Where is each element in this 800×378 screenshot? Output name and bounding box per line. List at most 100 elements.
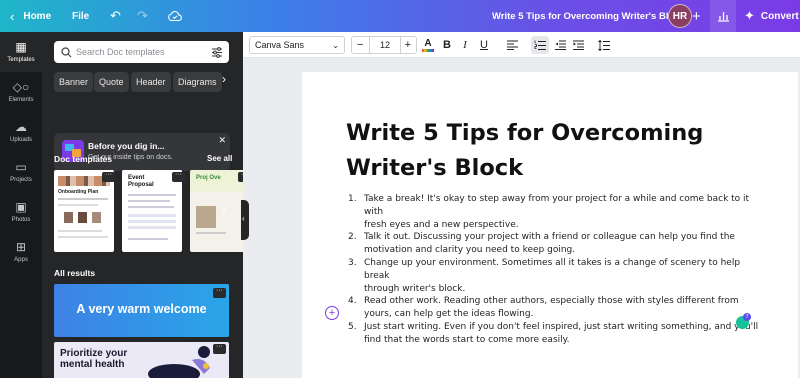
rail-label: Templates: [7, 57, 35, 63]
rail-item-apps[interactable]: ⊞ Apps: [0, 232, 42, 272]
list-item-text: Take a break! It's okay to step away fro…: [364, 194, 750, 217]
list-item-text: yours, can help get the ideas flowing.: [364, 309, 534, 320]
rail-item-elements[interactable]: ◇○ Elements: [0, 72, 42, 112]
page-title-line1: Write 5 Tips for Overcoming: [346, 120, 704, 146]
list-item[interactable]: 4. Read other work. Reading other authors…: [348, 295, 762, 321]
result-welcome-card[interactable]: A very warm welcome: [54, 284, 229, 337]
uploads-icon: ☁: [15, 120, 27, 134]
increase-indent-button[interactable]: [571, 36, 585, 54]
list-item[interactable]: 2. Talk it out. Discussing your project w…: [348, 231, 762, 257]
chevron-left-icon: ‹: [10, 8, 15, 24]
template-thumb-project-overview[interactable]: Proj Ove: [190, 170, 243, 252]
rail-item-uploads[interactable]: ☁ Uploads: [0, 112, 42, 152]
rail-label: Apps: [14, 257, 28, 263]
avatar[interactable]: HR: [668, 4, 692, 28]
chip-diagrams[interactable]: Diagrams: [173, 72, 222, 92]
text-toolbar: Canva Sans ⌄ − 12 + A B I U: [243, 32, 800, 58]
home-button[interactable]: ‹ Home: [10, 0, 51, 32]
list-number: 1.: [348, 194, 357, 204]
top-bar: ‹ Home File ↶ ↷ Write 5 Tips for Overcom…: [0, 0, 800, 32]
more-options-icon[interactable]: ···: [102, 171, 115, 182]
search-icon: [61, 46, 72, 57]
close-icon[interactable]: ✕: [218, 135, 226, 146]
line-spacing-button[interactable]: [597, 36, 611, 54]
rail-item-photos[interactable]: ▣ Photos: [0, 192, 42, 232]
align-left-icon: [506, 40, 518, 50]
decrease-font-icon[interactable]: −: [357, 39, 363, 51]
italic-button[interactable]: I: [459, 36, 471, 54]
list-item-text: Read other work. Reading other authors, …: [364, 296, 739, 307]
cloud-save-button[interactable]: [168, 0, 182, 32]
search-input[interactable]: Search Doc templates: [76, 47, 165, 57]
bold-button[interactable]: B: [441, 36, 453, 54]
font-size-value[interactable]: 12: [369, 36, 401, 54]
result-welcome-text: A very warm welcome: [76, 302, 207, 316]
templates-next-icon[interactable]: ›: [222, 202, 226, 217]
chip-quote[interactable]: Quote: [94, 72, 129, 92]
redo-button[interactable]: ↷: [137, 0, 148, 32]
rail-item-projects[interactable]: ▭ Projects: [0, 152, 42, 192]
list-item[interactable]: 1. Take a break! It's okay to step away f…: [348, 193, 762, 231]
result-mental-health-line2: mental health: [60, 359, 125, 370]
chip-header[interactable]: Header: [131, 72, 171, 92]
filter-icon[interactable]: [211, 46, 223, 58]
numbered-list-button[interactable]: [531, 36, 549, 54]
page-title[interactable]: Write 5 Tips for Overcoming Writer's Blo…: [346, 116, 766, 186]
list-number: 2.: [348, 232, 357, 243]
chip-banner[interactable]: Banner: [54, 72, 94, 92]
line-spacing-icon: [598, 39, 610, 51]
promo-card[interactable]: Before you dig in... Get our inside tips…: [54, 133, 230, 171]
font-family-select[interactable]: Canva Sans ⌄: [249, 36, 345, 54]
redo-icon: ↷: [137, 8, 148, 23]
grammar-assistant-icon[interactable]: 7: [736, 313, 751, 329]
rail-label: Uploads: [9, 137, 32, 143]
see-all-link[interactable]: See all: [207, 154, 232, 163]
search-box[interactable]: Search Doc templates: [54, 41, 229, 63]
text-color-button[interactable]: A: [421, 36, 435, 54]
chips-next-icon[interactable]: ›: [222, 72, 226, 86]
panel-collapse-handle[interactable]: ‹: [241, 200, 249, 240]
add-block-button[interactable]: +: [325, 306, 339, 320]
plus-icon: +: [328, 306, 336, 319]
file-menu[interactable]: File: [72, 0, 89, 32]
tips-list[interactable]: 1. Take a break! It's okay to step away f…: [348, 193, 762, 347]
list-number: 5.: [348, 321, 357, 332]
increase-font-icon[interactable]: +: [405, 39, 411, 51]
list-number: 3.: [348, 257, 357, 268]
list-item-text: Just start writing. Even if you don't fe…: [364, 321, 759, 332]
decrease-indent-button[interactable]: [553, 36, 567, 54]
undo-icon: ↶: [110, 8, 121, 23]
list-item-text: motivation and clarity you need to keep …: [364, 245, 576, 256]
rail-item-templates[interactable]: ▦ Templates: [0, 32, 42, 72]
bar-chart-icon: [717, 12, 729, 22]
convert-label: Convert: [760, 10, 799, 22]
align-button[interactable]: [505, 36, 519, 54]
template-thumb-onboarding[interactable]: Onboarding Plan: [54, 170, 114, 252]
convert-button[interactable]: ✦ Convert: [744, 0, 799, 32]
document-title[interactable]: Write 5 Tips for Overcoming Writer's Blo…: [492, 0, 685, 32]
more-options-icon[interactable]: ···: [213, 343, 226, 354]
document-page[interactable]: Write 5 Tips for Overcoming Writer's Blo…: [302, 72, 798, 378]
insights-button[interactable]: [710, 0, 736, 32]
template-thumb-event-proposal[interactable]: Event Proposal: [122, 170, 182, 252]
more-options-icon[interactable]: ···: [213, 287, 226, 298]
font-size-stepper[interactable]: − 12 +: [351, 36, 417, 54]
doc-templates-heading: Doc templates: [54, 154, 113, 164]
projects-icon: ▭: [15, 160, 27, 174]
more-options-icon[interactable]: ···: [172, 171, 185, 182]
list-item[interactable]: 5. Just start writing. Even if you don't …: [348, 321, 762, 347]
undo-button[interactable]: ↶: [110, 0, 121, 32]
add-collaborator-button[interactable]: +: [692, 0, 701, 32]
font-family-value: Canva Sans: [255, 40, 305, 50]
grammar-count-badge: 7: [743, 313, 751, 321]
indent-icon: [572, 40, 584, 50]
result-mental-health-card[interactable]: Prioritize your mental health: [54, 342, 229, 378]
list-item[interactable]: 3. Change up your environment. Sometimes …: [348, 257, 762, 295]
rail-label: Projects: [10, 177, 32, 183]
template-title: Onboarding Plan: [58, 189, 99, 195]
apps-icon: ⊞: [15, 240, 27, 254]
photos-icon: ▣: [15, 200, 27, 214]
more-options-icon[interactable]: ···: [238, 171, 243, 182]
underline-button[interactable]: U: [478, 36, 490, 54]
all-results-heading: All results: [54, 268, 96, 278]
